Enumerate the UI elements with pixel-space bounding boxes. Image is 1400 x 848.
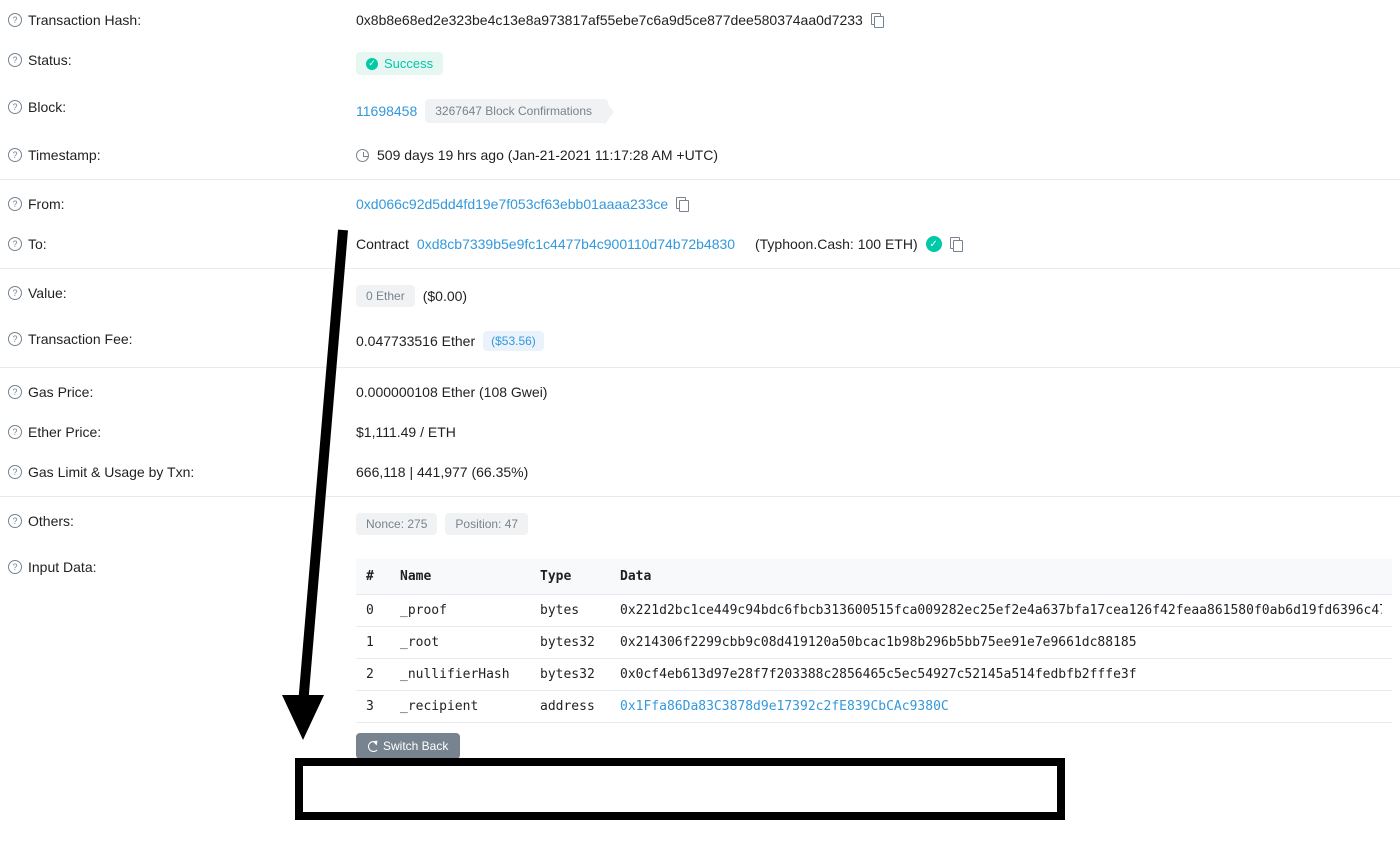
cell-idx: 1 (366, 635, 390, 650)
row-timestamp: ? Timestamp: 509 days 19 hrs ago (Jan-21… (0, 135, 1400, 180)
help-icon[interactable]: ? (8, 465, 22, 479)
check-icon: ✓ (366, 58, 378, 70)
label-input-data: Input Data: (28, 559, 97, 575)
to-prefix: Contract (356, 236, 409, 252)
cell-type: bytes32 (540, 635, 610, 650)
label-block: Block: (28, 99, 66, 115)
cell-name: _recipient (400, 699, 530, 714)
timestamp-value: 509 days 19 hrs ago (Jan-21-2021 11:17:2… (377, 147, 718, 163)
label-ether-price: Ether Price: (28, 424, 101, 440)
row-from: ? From: 0xd066c92d5dd4fd19e7f053cf63ebb0… (0, 184, 1400, 224)
label-gas-limit: Gas Limit & Usage by Txn: (28, 464, 194, 480)
copy-icon[interactable] (871, 13, 885, 27)
value-eth-pill: 0 Ether (356, 285, 415, 307)
help-icon[interactable]: ? (8, 332, 22, 346)
help-icon[interactable]: ? (8, 425, 22, 439)
row-others: ? Others: Nonce: 275 Position: 47 (0, 501, 1400, 547)
row-input-data: ? Input Data: # Name Type Data 0_proofby… (0, 547, 1400, 771)
help-icon[interactable]: ? (8, 13, 22, 27)
switch-back-button[interactable]: Switch Back (356, 733, 460, 759)
help-icon[interactable]: ? (8, 197, 22, 211)
col-type: Type (540, 569, 610, 584)
help-icon[interactable]: ? (8, 286, 22, 300)
cell-idx: 3 (366, 699, 390, 714)
nonce-pill: Nonce: 275 (356, 513, 437, 535)
cell-idx: 2 (366, 667, 390, 682)
row-value: ? Value: 0 Ether ($0.00) (0, 273, 1400, 319)
position-pill: Position: 47 (445, 513, 528, 535)
cell-type: bytes (540, 603, 610, 618)
col-name: Name (400, 569, 530, 584)
to-contract-name: (Typhoon.Cash: 100 ETH) (755, 236, 918, 252)
status-text: Success (384, 56, 433, 71)
input-table-row: 3 _recipient address 0x1Ffa86Da83C3878d9e17… (356, 691, 1392, 723)
help-icon[interactable]: ? (8, 514, 22, 528)
cell-type: bytes32 (540, 667, 610, 682)
help-icon[interactable]: ? (8, 148, 22, 162)
label-status: Status: (28, 52, 72, 68)
row-tx-hash: ? Transaction Hash: 0x8b8e68ed2e323be4c1… (0, 0, 1400, 40)
label-gas-price: Gas Price: (28, 384, 93, 400)
label-value: Value: (28, 285, 67, 301)
clock-icon (356, 149, 369, 162)
cell-data: 0x214306f2299cbb9c08d419120a50bcac1b98b2… (620, 635, 1382, 650)
help-icon[interactable]: ? (8, 237, 22, 251)
to-address-link[interactable]: 0xd8cb7339b5e9fc1c4477b4c900110d74b72b48… (417, 236, 735, 252)
col-data: Data (620, 569, 1382, 584)
label-from: From: (28, 196, 65, 212)
cell-data: 0x221d2bc1ce449c94bdc6fbcb313600515fca00… (620, 603, 1382, 618)
tx-hash-value: 0x8b8e68ed2e323be4c13e8a973817af55ebe7c6… (356, 12, 863, 28)
cell-name: _proof (400, 603, 530, 618)
row-block: ? Block: 11698458 3267647 Block Confirma… (0, 87, 1400, 135)
label-timestamp: Timestamp: (28, 147, 101, 163)
undo-icon (368, 741, 379, 752)
value-usd: ($0.00) (423, 288, 467, 304)
fee-eth: 0.047733516 Ether (356, 333, 475, 349)
label-others: Others: (28, 513, 74, 529)
ether-price-value: $1,111.49 / ETH (356, 424, 456, 440)
cell-idx: 0 (366, 603, 390, 618)
gas-limit-value: 666,118 | 441,977 (66.35%) (356, 464, 528, 480)
input-table-row: 0 _proof bytes 0x221d2bc1ce449c94bdc6fbcb31… (356, 595, 1392, 627)
row-status: ? Status: ✓ Success (0, 40, 1400, 87)
input-table-header: # Name Type Data (356, 559, 1392, 595)
gas-price-value: 0.000000108 Ether (108 Gwei) (356, 384, 547, 400)
help-icon[interactable]: ? (8, 53, 22, 67)
col-idx: # (366, 569, 390, 584)
fee-usd-pill: ($53.56) (483, 331, 544, 351)
label-fee: Transaction Fee: (28, 331, 133, 347)
row-to: ? To: Contract 0xd8cb7339b5e9fc1c4477b4c… (0, 224, 1400, 269)
label-tx-hash: Transaction Hash: (28, 12, 141, 28)
help-icon[interactable]: ? (8, 560, 22, 574)
cell-name: _nullifierHash (400, 667, 530, 682)
verified-icon: ✓ (926, 236, 942, 252)
copy-icon[interactable] (676, 197, 690, 211)
status-badge: ✓ Success (356, 52, 443, 75)
cell-type: address (540, 699, 610, 714)
block-number-link[interactable]: 11698458 (356, 103, 417, 119)
from-address-link[interactable]: 0xd066c92d5dd4fd19e7f053cf63ebb01aaaa233… (356, 196, 668, 212)
cell-data: 0x0cf4eb613d97e28f7f203388c2856465c5ec54… (620, 667, 1382, 682)
row-ether-price: ? Ether Price: $1,111.49 / ETH (0, 412, 1400, 452)
block-confirmations-pill: 3267647 Block Confirmations (425, 99, 608, 123)
help-icon[interactable]: ? (8, 385, 22, 399)
input-table-row: 1 _root bytes32 0x214306f2299cbb9c08d419120… (356, 627, 1392, 659)
input-table-row: 2 _nullifierHash bytes32 0x0cf4eb613d97e28f… (356, 659, 1392, 691)
row-fee: ? Transaction Fee: 0.047733516 Ether ($5… (0, 319, 1400, 368)
cell-name: _root (400, 635, 530, 650)
row-gas-limit: ? Gas Limit & Usage by Txn: 666,118 | 44… (0, 452, 1400, 497)
copy-icon[interactable] (950, 237, 964, 251)
cell-data[interactable]: 0x1Ffa86Da83C3878d9e17392c2fE839CbCAc938… (620, 699, 1382, 714)
row-gas-price: ? Gas Price: 0.000000108 Ether (108 Gwei… (0, 372, 1400, 412)
label-to: To: (28, 236, 47, 252)
help-icon[interactable]: ? (8, 100, 22, 114)
switch-back-label: Switch Back (383, 739, 448, 753)
